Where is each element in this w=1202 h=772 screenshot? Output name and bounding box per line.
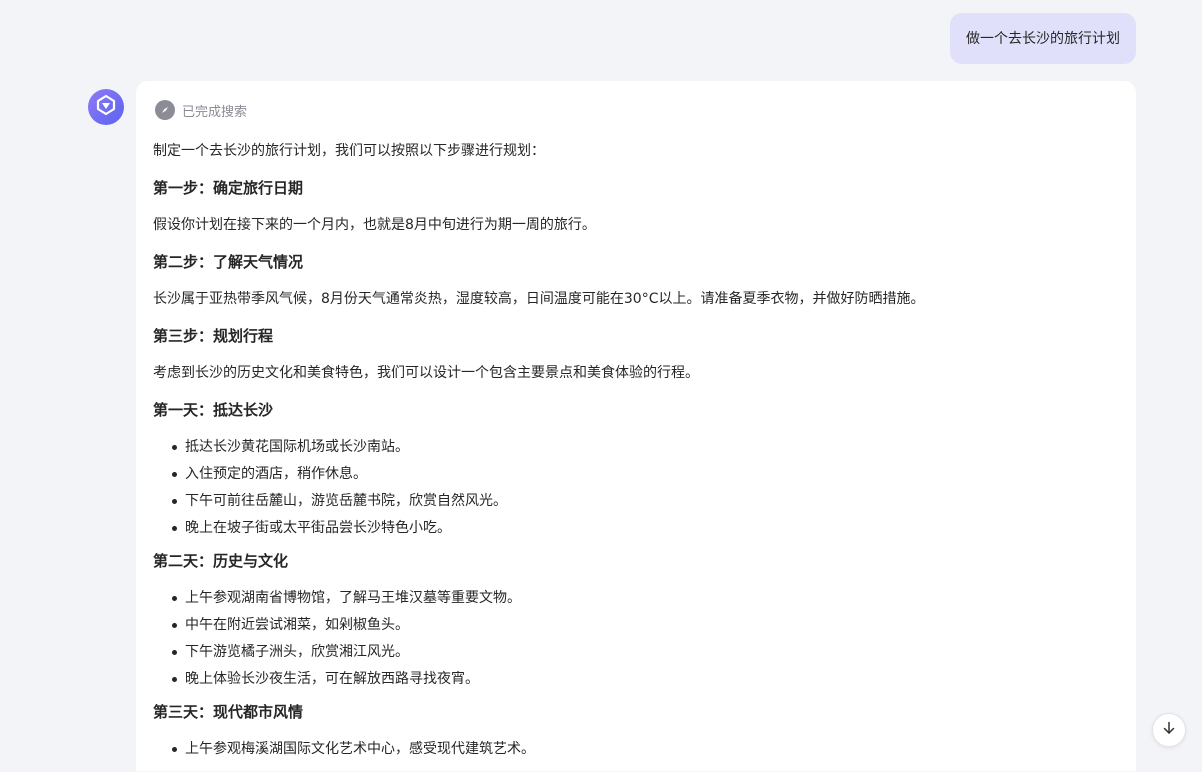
list-item: 下午游览橘子洲头，欣赏湘江风光。 (153, 640, 1113, 664)
user-message-bubble: 做一个去长沙的旅行计划 (950, 13, 1136, 64)
compass-icon (155, 100, 175, 120)
list-item: 中午在附近尝试湘菜，如剁椒鱼头。 (153, 613, 1113, 637)
list-item: 入住预定的酒店，稍作休息。 (153, 462, 1113, 486)
step1-heading: 第一步：确定旅行日期 (153, 179, 304, 197)
day1-list: 抵达长沙黄花国际机场或长沙南站。 入住预定的酒店，稍作休息。 下午可前往岳麓山，… (153, 435, 1113, 540)
day3-list: 上午参观梅溪湖国际文化艺术中心，感受现代建筑艺术。 (153, 737, 1113, 761)
chat-page: 做一个去长沙的旅行计划 已完成搜索 制定一个去长沙的旅行计划，我们可以按照以下步… (0, 0, 1202, 772)
day3-heading: 第三天：现代都市风情 (153, 703, 304, 721)
list-item: 晚上体验长沙夜生活，可在解放西路寻找夜宵。 (153, 667, 1113, 691)
search-status[interactable]: 已完成搜索 (155, 100, 247, 120)
answer-intro: 制定一个去长沙的旅行计划，我们可以按照以下步骤进行规划： (153, 143, 545, 159)
answer-content: 制定一个去长沙的旅行计划，我们可以按照以下步骤进行规划： 第一步：确定旅行日期 … (153, 139, 1113, 770)
list-item: 上午参观梅溪湖国际文化艺术中心，感受现代建筑艺术。 (153, 737, 1113, 761)
step2-text: 长沙属于亚热带季风气候，8月份天气通常炎热，湿度较高，日间温度可能在30°C以上… (153, 291, 925, 307)
assistant-avatar (88, 89, 124, 125)
list-item: 抵达长沙黄花国际机场或长沙南站。 (153, 435, 1113, 459)
user-message-text: 做一个去长沙的旅行计划 (966, 31, 1120, 47)
step1-text: 假设你计划在接下来的一个月内，也就是8月中旬进行为期一周的旅行。 (153, 217, 596, 233)
step2-heading: 第二步：了解天气情况 (153, 253, 304, 271)
assistant-logo-icon (95, 94, 117, 120)
day2-heading: 第二天：历史与文化 (153, 552, 289, 570)
list-item: 上午参观湖南省博物馆，了解马王堆汉墓等重要文物。 (153, 586, 1113, 610)
list-item: 下午可前往岳麓山，游览岳麓书院，欣赏自然风光。 (153, 489, 1113, 513)
assistant-answer-card: 已完成搜索 制定一个去长沙的旅行计划，我们可以按照以下步骤进行规划： 第一步：确… (136, 81, 1136, 771)
arrow-down-icon (1161, 720, 1177, 740)
step3-heading: 第三步：规划行程 (153, 327, 274, 345)
day1-heading: 第一天：抵达长沙 (153, 401, 274, 419)
list-item: 晚上在坡子街或太平街品尝长沙特色小吃。 (153, 516, 1113, 540)
step3-text: 考虑到长沙的历史文化和美食特色，我们可以设计一个包含主要景点和美食体验的行程。 (153, 365, 699, 381)
scroll-to-bottom-button[interactable] (1152, 713, 1186, 747)
day2-list: 上午参观湖南省博物馆，了解马王堆汉墓等重要文物。 中午在附近尝试湘菜，如剁椒鱼头… (153, 586, 1113, 691)
search-status-label: 已完成搜索 (182, 104, 248, 120)
